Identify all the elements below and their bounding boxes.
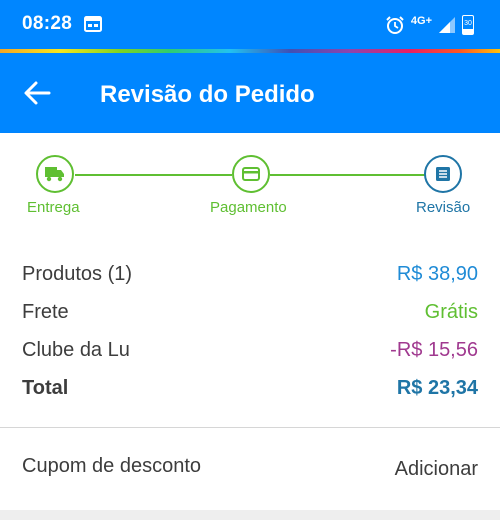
arrow-left-icon[interactable] [22,79,52,107]
credit-card-icon [242,167,260,181]
step-revisao[interactable] [424,155,462,193]
products-label: Produtos (1) [22,263,133,285]
products-value: R$ 38,90 [396,263,478,285]
coupon-row[interactable]: Cupom de desconto Adicionar [0,428,500,510]
summary-row-products: Produtos (1) R$ 38,90 [22,263,478,293]
checkout-stepper: Entrega Pagamento Revisão [0,133,500,237]
total-value: R$ 23,34 [396,377,478,399]
receipt-icon [436,167,450,181]
signal-icon [439,17,455,33]
battery-icon: 30 [462,15,474,35]
alarm-icon [386,16,404,34]
step-connector [270,174,425,176]
coupon-label: Cupom de desconto [22,455,202,477]
step-entrega[interactable] [36,155,74,193]
section-separator [0,510,500,520]
battery-level: 30 [464,20,472,27]
step-connector [75,174,232,176]
step-label-entrega[interactable]: Entrega [27,199,80,216]
page-title: Revisão do Pedido [100,81,315,108]
truck-icon [45,167,64,182]
club-discount-value: -R$ 15,56 [390,339,478,361]
total-label: Total [22,377,69,399]
order-summary: Produtos (1) R$ 38,90 Frete Grátis Clube… [0,237,500,427]
summary-row-total: Total R$ 23,34 [22,377,478,407]
network-type: 4G+ [410,15,432,27]
club-label: Clube da Lu [22,339,130,361]
step-label-revisao[interactable]: Revisão [416,199,470,216]
status-icons: 4G+ 30 [385,13,474,37]
add-coupon-button[interactable]: Adicionar [395,458,478,481]
status-bar: 08:28 4G+ 30 [0,0,500,52]
summary-row-shipping: Frete Grátis [22,301,478,331]
summary-row-club: Clube da Lu -R$ 15,56 [22,339,478,369]
shipping-label: Frete [22,301,69,323]
app-bar: Revisão do Pedido [0,53,500,133]
status-time: 08:28 [22,13,73,34]
calendar-icon [84,16,102,32]
step-pagamento[interactable] [232,155,270,193]
shipping-value: Grátis [424,301,478,323]
step-label-pagamento[interactable]: Pagamento [210,199,287,216]
